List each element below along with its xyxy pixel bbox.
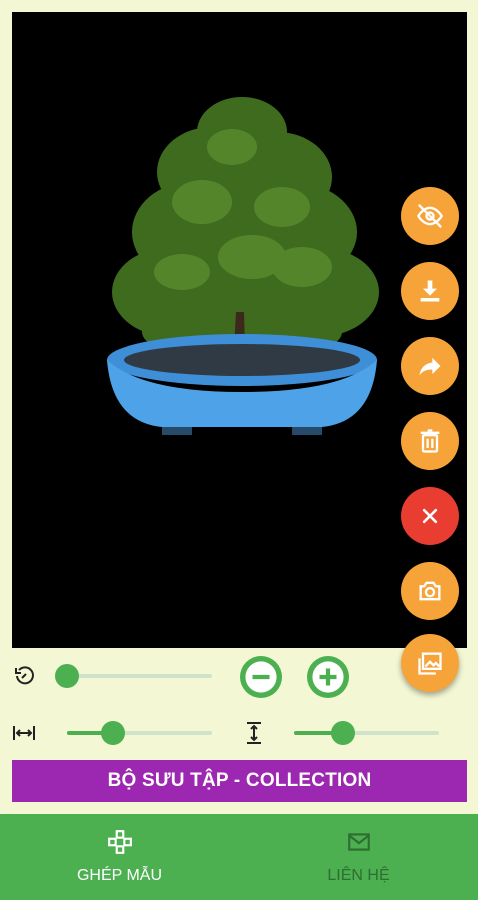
nav-label: LIÊN HỆ — [327, 867, 390, 884]
close-button[interactable] — [401, 487, 459, 545]
collection-button[interactable]: BỘ SƯU TẬP - COLLECTION — [12, 760, 467, 802]
trash-icon — [420, 429, 440, 453]
rotate-icon — [12, 663, 38, 689]
hide-button[interactable] — [401, 187, 459, 245]
share-icon — [419, 357, 441, 376]
zoom-out-button[interactable] — [240, 656, 282, 698]
height-icon — [241, 720, 267, 746]
camera-icon — [419, 581, 441, 601]
nav-label: GHÉP MẪU — [76, 867, 163, 884]
zoom-in-button[interactable] — [307, 656, 349, 698]
plus-icon — [312, 661, 344, 693]
rotation-slider[interactable] — [55, 664, 212, 688]
download-icon — [420, 280, 440, 302]
bottom-nav: GHÉP MẪU LIÊN HỆ — [0, 814, 478, 900]
minus-icon — [245, 661, 277, 693]
eye-off-icon — [416, 204, 444, 228]
height-slider[interactable] — [294, 721, 439, 745]
nav-item-lien-he[interactable]: LIÊN HỆ — [239, 814, 478, 900]
close-icon — [422, 508, 438, 524]
nav-item-ghep-mau[interactable]: GHÉP MẪU — [0, 814, 239, 900]
editor-canvas[interactable] — [12, 12, 467, 648]
delete-button[interactable] — [401, 412, 459, 470]
width-icon — [11, 720, 37, 746]
camera-button[interactable] — [401, 562, 459, 620]
gamepad-icon — [107, 830, 132, 854]
size-row — [0, 713, 478, 753]
width-slider[interactable] — [67, 721, 212, 745]
bonsai-image[interactable] — [92, 92, 392, 462]
share-button[interactable] — [401, 337, 459, 395]
mail-icon — [347, 833, 370, 851]
rotation-row — [0, 656, 478, 698]
download-button[interactable] — [401, 262, 459, 320]
